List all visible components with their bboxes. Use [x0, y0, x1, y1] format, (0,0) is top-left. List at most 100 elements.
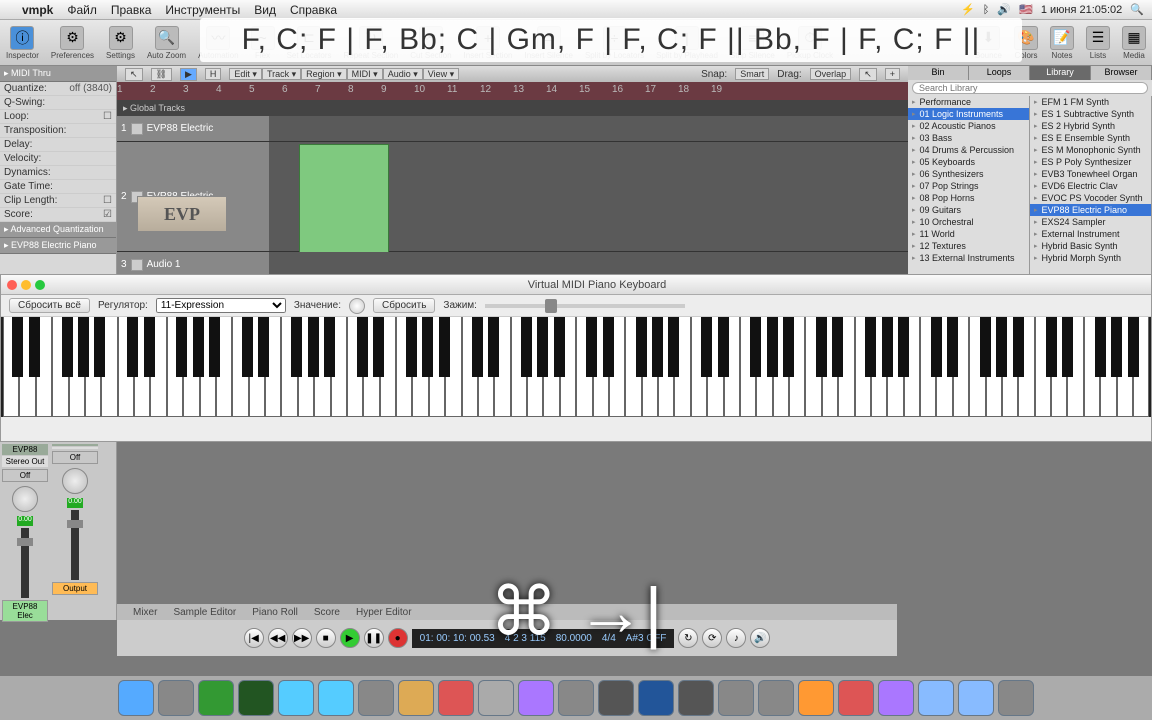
- black-key[interactable]: [882, 317, 893, 377]
- library-item[interactable]: EFM 1 FM Synth: [1030, 96, 1151, 108]
- toolbar-auto-zoom[interactable]: 🔍Auto Zoom: [141, 26, 192, 60]
- black-key[interactable]: [144, 317, 155, 377]
- dock-app[interactable]: [438, 680, 474, 716]
- tool-h[interactable]: H: [205, 68, 222, 80]
- editor-tab-mixer[interactable]: Mixer: [133, 607, 157, 618]
- menu-help[interactable]: Справка: [290, 3, 337, 17]
- reset-all-button[interactable]: Сбросить всё: [9, 298, 90, 313]
- flag-icon[interactable]: 🇺🇸: [1019, 3, 1033, 16]
- library-item[interactable]: 12 Textures: [908, 240, 1029, 252]
- black-key[interactable]: [78, 317, 89, 377]
- black-key[interactable]: [931, 317, 942, 377]
- black-key[interactable]: [865, 317, 876, 377]
- ffwd-button[interactable]: ▶▶: [292, 628, 312, 648]
- black-key[interactable]: [1062, 317, 1073, 377]
- tool-pencil[interactable]: +: [885, 68, 900, 80]
- black-key[interactable]: [94, 317, 105, 377]
- library-item[interactable]: ES M Monophonic Synth: [1030, 144, 1151, 156]
- black-key[interactable]: [996, 317, 1007, 377]
- black-key[interactable]: [12, 317, 23, 377]
- bar-ruler[interactable]: 12345678910111213141516171819: [117, 82, 908, 100]
- library-item[interactable]: 03 Bass: [908, 132, 1029, 144]
- library-item[interactable]: EVP88 Electric Piano: [1030, 204, 1151, 216]
- global-tracks[interactable]: ▸ Global Tracks: [117, 100, 908, 116]
- library-item[interactable]: 06 Synthesizers: [908, 168, 1029, 180]
- pan-knob[interactable]: [62, 468, 88, 494]
- app-name[interactable]: vmpk: [22, 3, 53, 17]
- pause-button[interactable]: ❚❚: [364, 628, 384, 648]
- sync-button[interactable]: ⟳: [702, 628, 722, 648]
- black-key[interactable]: [176, 317, 187, 377]
- library-item[interactable]: ES P Poly Synthesizer: [1030, 156, 1151, 168]
- param-gatetime[interactable]: Gate Time:: [0, 180, 116, 194]
- black-key[interactable]: [308, 317, 319, 377]
- dock-app[interactable]: [518, 680, 554, 716]
- record-button[interactable]: ●: [388, 628, 408, 648]
- midi-region[interactable]: [299, 144, 389, 254]
- black-key[interactable]: [357, 317, 368, 377]
- library-item[interactable]: 05 Keyboards: [908, 156, 1029, 168]
- black-key[interactable]: [586, 317, 597, 377]
- mute-button[interactable]: [131, 259, 143, 271]
- editor-tab-piano-roll[interactable]: Piano Roll: [252, 607, 298, 618]
- track-lane[interactable]: [269, 116, 908, 141]
- stop-button[interactable]: ■: [316, 628, 336, 648]
- tracks-menu-audio[interactable]: Audio ▾: [383, 68, 423, 80]
- menu-edit[interactable]: Правка: [111, 3, 152, 17]
- dock-app[interactable]: [278, 680, 314, 716]
- param-quantize[interactable]: Quantize:off (3840): [0, 82, 116, 96]
- black-key[interactable]: [291, 317, 302, 377]
- dock-app[interactable]: [318, 680, 354, 716]
- dock-app[interactable]: [678, 680, 714, 716]
- tracks-menu-region[interactable]: Region ▾: [301, 68, 347, 80]
- toolbar-preferences[interactable]: ⚙Preferences: [45, 26, 100, 60]
- black-key[interactable]: [636, 317, 647, 377]
- param-transposition[interactable]: Transposition:: [0, 124, 116, 138]
- fader[interactable]: [71, 510, 79, 580]
- black-key[interactable]: [29, 317, 40, 377]
- library-item[interactable]: 10 Orchestral: [908, 216, 1029, 228]
- dock-app[interactable]: [358, 680, 394, 716]
- tool-catch[interactable]: ▶: [180, 68, 197, 81]
- dock-app[interactable]: [398, 680, 434, 716]
- reset-button[interactable]: Сбросить: [373, 298, 435, 313]
- black-key[interactable]: [1128, 317, 1139, 377]
- toolbar-lists[interactable]: ☰Lists: [1080, 26, 1116, 60]
- ch-out[interactable]: Stereo Out: [2, 456, 48, 467]
- track-header[interactable]: 1EVP88 Electric: [117, 116, 269, 141]
- track-lane[interactable]: [269, 142, 908, 251]
- tracks-menu-track[interactable]: Track ▾: [262, 68, 301, 80]
- black-key[interactable]: [898, 317, 909, 377]
- inspector-advq[interactable]: ▸ Advanced Quantization: [0, 222, 116, 238]
- editor-tab-hyper-editor[interactable]: Hyper Editor: [356, 607, 412, 618]
- tempo[interactable]: 80.0000: [556, 633, 592, 644]
- mute-button[interactable]: [131, 123, 143, 135]
- black-key[interactable]: [701, 317, 712, 377]
- black-key[interactable]: [521, 317, 532, 377]
- library-item[interactable]: ES 1 Subtractive Synth: [1030, 108, 1151, 120]
- black-key[interactable]: [127, 317, 138, 377]
- black-key[interactable]: [603, 317, 614, 377]
- black-key[interactable]: [652, 317, 663, 377]
- dock-app[interactable]: [478, 680, 514, 716]
- tracks-menu-midi[interactable]: MIDI ▾: [347, 68, 383, 80]
- black-key[interactable]: [439, 317, 450, 377]
- toolbar-media[interactable]: ▦Media: [1116, 26, 1152, 60]
- track-row[interactable]: 1EVP88 Electric: [117, 116, 908, 142]
- library-item[interactable]: 02 Acoustic Pianos: [908, 120, 1029, 132]
- master-vol[interactable]: 🔊: [750, 628, 770, 648]
- library-item[interactable]: 09 Guitars: [908, 204, 1029, 216]
- library-item[interactable]: EVOC PS Vocoder Synth: [1030, 192, 1151, 204]
- cycle-button[interactable]: ↻: [678, 628, 698, 648]
- black-key[interactable]: [472, 317, 483, 377]
- black-key[interactable]: [537, 317, 548, 377]
- click-button[interactable]: ♪: [726, 628, 746, 648]
- black-key[interactable]: [718, 317, 729, 377]
- dock-app[interactable]: [718, 680, 754, 716]
- clock[interactable]: 1 июня 21:05:02: [1041, 4, 1122, 16]
- black-key[interactable]: [193, 317, 204, 377]
- library-item[interactable]: ES 2 Hybrid Synth: [1030, 120, 1151, 132]
- latch-slider[interactable]: [485, 304, 685, 308]
- menu-instruments[interactable]: Инструменты: [165, 3, 240, 17]
- param-q-swing[interactable]: Q-Swing:: [0, 96, 116, 110]
